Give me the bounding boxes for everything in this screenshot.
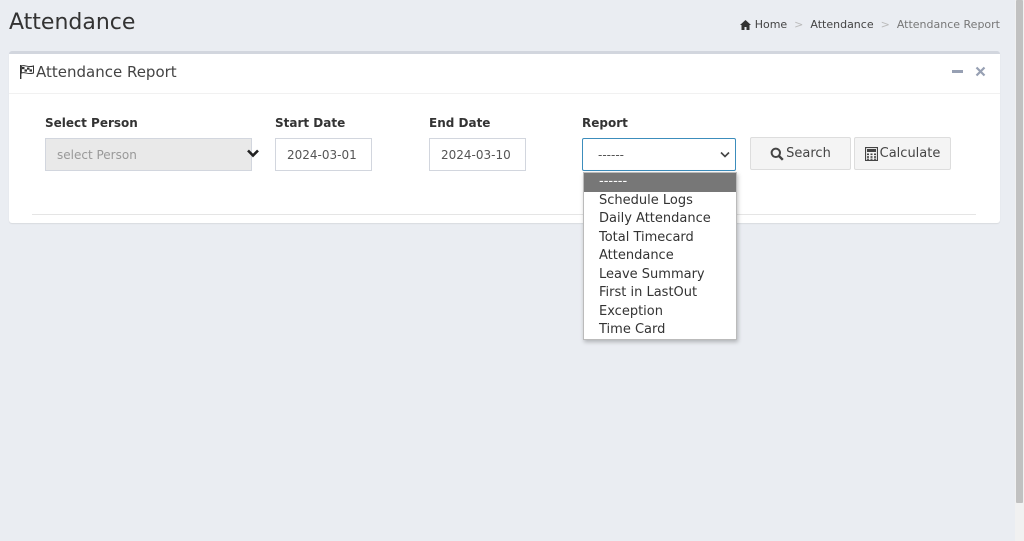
card-header: Attendance Report [9, 54, 1000, 94]
search-icon [770, 147, 784, 161]
scrollbar-thumb[interactable] [1016, 0, 1023, 503]
card-title-label: Attendance Report [36, 63, 177, 81]
report-option[interactable]: First in LastOut [584, 284, 736, 303]
attendance-report-card: Attendance Report Select Person select P… [9, 51, 1000, 223]
start-date-label: Start Date [275, 116, 346, 130]
report-select-value: ------ [598, 148, 624, 162]
select-person-dropdown[interactable]: select Person [45, 138, 252, 171]
start-date-input[interactable]: 2024-03-01 [275, 138, 372, 171]
report-option[interactable]: Time Card [584, 321, 736, 340]
report-option[interactable]: Total Timecard [584, 229, 736, 248]
breadcrumb-separator: > [880, 18, 890, 31]
chevron-down-icon[interactable] [247, 149, 259, 158]
end-date-input[interactable]: 2024-03-10 [429, 138, 526, 171]
report-options-list: ------ Schedule Logs Daily Attendance To… [583, 172, 737, 340]
divider [32, 214, 976, 215]
times-icon[interactable] [975, 66, 986, 77]
home-icon [739, 19, 751, 30]
report-option[interactable]: ------ [584, 173, 736, 192]
select-person-label: Select Person [45, 116, 138, 130]
report-option[interactable]: Schedule Logs [584, 192, 736, 211]
report-label: Report [582, 116, 628, 130]
search-button[interactable]: Search [750, 137, 851, 170]
scrollbar-track[interactable] [1015, 0, 1024, 541]
breadcrumb: Home > Attendance > Attendance Report [739, 18, 1000, 31]
card-title: Attendance Report [19, 63, 177, 81]
chevron-down-icon [720, 151, 730, 158]
breadcrumb-attendance-link[interactable]: Attendance [810, 18, 873, 31]
calculate-button[interactable]: Calculate [854, 137, 951, 170]
card-tools [952, 66, 986, 77]
end-date-label: End Date [429, 116, 491, 130]
report-select[interactable]: ------ [582, 138, 736, 171]
minus-icon[interactable] [952, 66, 963, 77]
page-title: Attendance [9, 10, 136, 35]
report-option[interactable]: Exception [584, 303, 736, 322]
report-option[interactable]: Leave Summary [584, 266, 736, 285]
breadcrumb-current: Attendance Report [896, 18, 1000, 31]
breadcrumb-home-link[interactable]: Home [755, 18, 787, 31]
calculator-icon [864, 146, 878, 161]
calculate-button-label: Calculate [879, 146, 941, 161]
report-option[interactable]: Daily Attendance [584, 210, 736, 229]
flag-checkered-icon [20, 65, 34, 79]
breadcrumb-separator: > [794, 18, 804, 31]
search-button-label: Search [786, 146, 831, 161]
report-option[interactable]: Attendance [584, 247, 736, 266]
